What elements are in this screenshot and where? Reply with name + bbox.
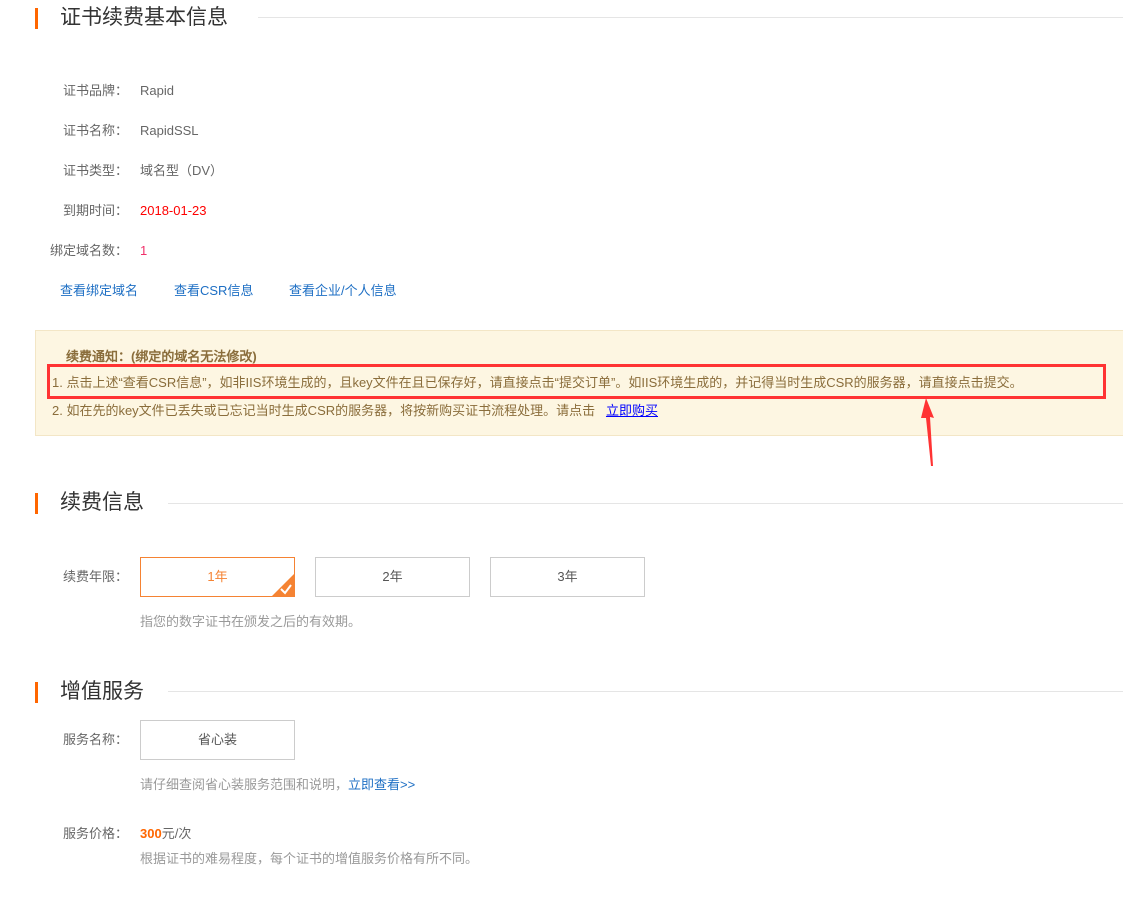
cert-type-label: 证书类型：	[62, 163, 128, 178]
service-name-label: 服务名称：	[62, 732, 128, 747]
addon-title: 增值服务	[60, 680, 144, 703]
domain-count-value: 1	[140, 243, 148, 258]
period-label: 续费年限：	[62, 569, 128, 584]
price-value: 300元/次	[140, 825, 191, 843]
divider	[168, 503, 1123, 504]
cert-name-value: RapidSSL	[140, 123, 199, 138]
divider	[258, 17, 1123, 18]
option-label: 1年	[207, 569, 228, 584]
period-option-1-year[interactable]: 1年	[140, 557, 295, 597]
check-icon	[272, 574, 294, 596]
brand-value: Rapid	[140, 83, 174, 98]
view-service-link[interactable]: 立即查看>>	[348, 777, 415, 792]
notice-line-2: 2. 如在先的key文件已丢失或已忘记当时生成CSR的服务器，将按新购买证书流程…	[52, 402, 658, 420]
renew-info-title: 续费信息	[60, 491, 144, 514]
basic-info-title: 证书续费基本信息	[60, 6, 228, 29]
view-company-info-link[interactable]: 查看企业/个人信息	[289, 282, 397, 300]
cert-type-value: 域名型（DV）	[140, 163, 224, 178]
notice-line-2-text: 2. 如在先的key文件已丢失或已忘记当时生成CSR的服务器，将按新购买证书流程…	[52, 403, 596, 418]
section-marker	[35, 8, 38, 29]
view-domains-link[interactable]: 查看绑定域名	[60, 282, 138, 300]
expiry-label: 到期时间：	[62, 203, 128, 218]
view-csr-link[interactable]: 查看CSR信息	[174, 282, 253, 300]
section-marker	[35, 493, 38, 514]
service-option[interactable]: 省心装	[140, 720, 295, 760]
cert-name-label: 证书名称：	[62, 123, 128, 138]
divider	[168, 691, 1123, 692]
price-label: 服务价格：	[62, 826, 128, 841]
price-unit: 元/次	[161, 826, 192, 841]
expiry-value: 2018-01-23	[140, 203, 207, 218]
period-option-3-years[interactable]: 3年	[490, 557, 645, 597]
brand-label: 证书品牌：	[62, 83, 128, 98]
period-hint: 指您的数字证书在颁发之后的有效期。	[140, 614, 362, 629]
arrow-icon	[921, 398, 934, 466]
service-desc-text: 请仔细查阅省心装服务范围和说明，	[140, 777, 349, 792]
price-amount: 300	[140, 826, 162, 841]
section-marker	[35, 682, 38, 703]
period-option-2-years[interactable]: 2年	[315, 557, 470, 597]
price-hint: 根据证书的难易程度，每个证书的增值服务价格有所不同。	[140, 851, 479, 866]
domain-count-label: 绑定域名数：	[49, 243, 128, 258]
buy-now-link[interactable]: 立即购买	[606, 403, 658, 418]
service-desc: 请仔细查阅省心装服务范围和说明，立即查看>>	[140, 776, 415, 794]
